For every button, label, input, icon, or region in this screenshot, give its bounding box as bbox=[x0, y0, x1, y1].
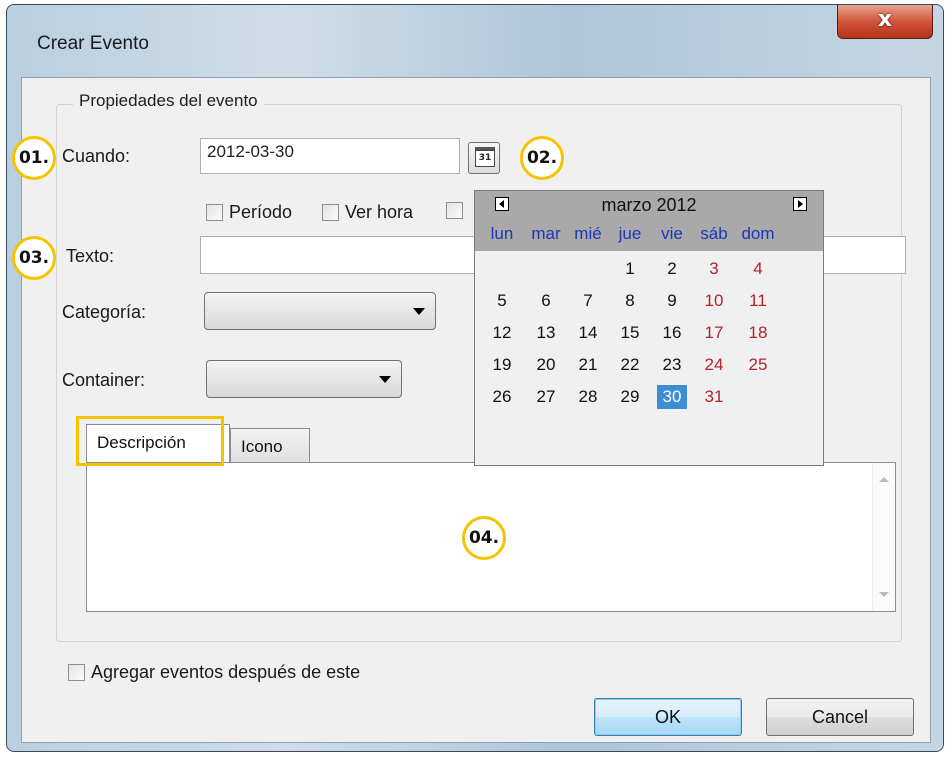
period-checkbox[interactable]: Período bbox=[206, 202, 292, 223]
annotation-badge-03: 03. bbox=[12, 236, 56, 280]
when-label: Cuando: bbox=[62, 146, 131, 166]
period-checkbox-box[interactable] bbox=[206, 204, 223, 221]
annotation-badge-01: 01. bbox=[12, 136, 56, 180]
weekday-lun: lun bbox=[490, 224, 514, 243]
calendar-day-25[interactable]: 25 bbox=[743, 353, 773, 377]
calendar-day-8[interactable]: 8 bbox=[615, 289, 645, 313]
container-label: Container: bbox=[62, 370, 146, 390]
calendar-day-29[interactable]: 29 bbox=[615, 385, 645, 409]
calendar-day-1[interactable]: 1 bbox=[615, 257, 645, 281]
show-time-checkbox-box[interactable] bbox=[322, 204, 339, 221]
close-icon: x bbox=[877, 7, 893, 32]
annotation-badge-02: 02. bbox=[520, 136, 564, 180]
calendar-day-23[interactable]: 23 bbox=[657, 353, 687, 377]
weekday-vie: vie bbox=[661, 224, 683, 243]
calendar-month-label: marzo 2012 bbox=[601, 195, 697, 215]
calendar-button[interactable]: 31 bbox=[468, 142, 500, 174]
calendar-day-21[interactable]: 21 bbox=[573, 353, 603, 377]
category-label: Categoría: bbox=[62, 302, 147, 322]
calendar-day-27[interactable]: 27 bbox=[531, 385, 561, 409]
add-events-after-checkbox-box[interactable] bbox=[68, 664, 85, 681]
text-label: Texto: bbox=[66, 246, 115, 266]
calendar-day-22[interactable]: 22 bbox=[615, 353, 645, 377]
scrollbar[interactable] bbox=[872, 463, 895, 611]
calendar-icon: 31 bbox=[475, 147, 495, 167]
calendar-day-18[interactable]: 18 bbox=[743, 321, 773, 345]
calendar-day-30[interactable]: 30 bbox=[657, 385, 687, 409]
title-bar[interactable]: Crear Evento x bbox=[7, 5, 943, 81]
date-input[interactable]: 2012-03-30 bbox=[200, 138, 460, 174]
chevron-down-icon bbox=[379, 376, 391, 383]
calendar-header: marzo 2012 bbox=[475, 191, 823, 221]
weekday-sáb: sáb bbox=[700, 224, 728, 243]
scroll-down-icon[interactable] bbox=[879, 592, 889, 597]
calendar-day-9[interactable]: 9 bbox=[657, 289, 687, 313]
category-select[interactable] bbox=[204, 292, 436, 330]
annotation-badge-04: 04. bbox=[462, 516, 506, 560]
show-time-checkbox[interactable]: Ver hora bbox=[322, 202, 413, 223]
close-button[interactable]: x bbox=[837, 5, 933, 39]
calendar-day-26[interactable]: 26 bbox=[487, 385, 517, 409]
group-label: Propiedades del evento bbox=[73, 91, 264, 111]
chevron-down-icon bbox=[413, 308, 425, 315]
third-checkbox[interactable] bbox=[446, 202, 469, 219]
dialog-window: Crear Evento x Propiedades del evento Cu… bbox=[6, 4, 944, 752]
calendar-day-11[interactable]: 11 bbox=[743, 289, 773, 313]
third-checkbox-box[interactable] bbox=[446, 202, 463, 219]
weekday-jue: jue bbox=[618, 224, 642, 243]
weekday-mié: mié bbox=[574, 224, 602, 243]
calendar-day-5[interactable]: 5 bbox=[487, 289, 517, 313]
calendar-day-3[interactable]: 3 bbox=[699, 257, 729, 281]
show-time-label: Ver hora bbox=[345, 202, 414, 222]
calendar-day-28[interactable]: 28 bbox=[573, 385, 603, 409]
calendar-day-19[interactable]: 19 bbox=[487, 353, 517, 377]
calendar-day-12[interactable]: 12 bbox=[487, 321, 517, 345]
weekday-dom: dom bbox=[741, 224, 775, 243]
calendar-day-16[interactable]: 16 bbox=[657, 321, 687, 345]
calendar-day-13[interactable]: 13 bbox=[531, 321, 561, 345]
weekday-mar: mar bbox=[531, 224, 561, 243]
cancel-button[interactable]: Cancel bbox=[766, 698, 914, 736]
calendar-day-15[interactable]: 15 bbox=[615, 321, 645, 345]
next-month-icon[interactable] bbox=[793, 197, 807, 211]
add-events-after-checkbox[interactable]: Agregar eventos después de este bbox=[68, 662, 360, 683]
calendar-day-24[interactable]: 24 bbox=[699, 353, 729, 377]
calendar-day-17[interactable]: 17 bbox=[699, 321, 729, 345]
calendar-day-20[interactable]: 20 bbox=[531, 353, 561, 377]
calendar-day-10[interactable]: 10 bbox=[699, 289, 729, 313]
calendar-day-31[interactable]: 31 bbox=[699, 385, 729, 409]
tab-icono[interactable]: Icono bbox=[230, 428, 310, 464]
add-events-after-label: Agregar eventos después de este bbox=[91, 662, 361, 682]
calendar-day-6[interactable]: 6 bbox=[531, 289, 561, 313]
scroll-up-icon[interactable] bbox=[879, 477, 889, 482]
container-select[interactable] bbox=[206, 360, 402, 398]
calendar-dropdown: marzo 2012 lun mar mié jue vie sáb dom 1234567… bbox=[474, 190, 824, 466]
window-title: Crear Evento bbox=[37, 33, 149, 54]
dialog-client-area: Propiedades del evento Cuando: 2012-03-3… bbox=[21, 77, 931, 743]
calendar-day-4[interactable]: 4 bbox=[743, 257, 773, 281]
calendar-day-2[interactable]: 2 bbox=[657, 257, 687, 281]
calendar-day-7[interactable]: 7 bbox=[573, 289, 603, 313]
weekday-header-row: lun mar mié jue vie sáb dom bbox=[475, 221, 823, 251]
tab-highlight-box bbox=[76, 416, 224, 466]
period-label: Período bbox=[229, 202, 293, 222]
calendar-day-14[interactable]: 14 bbox=[573, 321, 603, 345]
ok-button[interactable]: OK bbox=[594, 698, 742, 736]
